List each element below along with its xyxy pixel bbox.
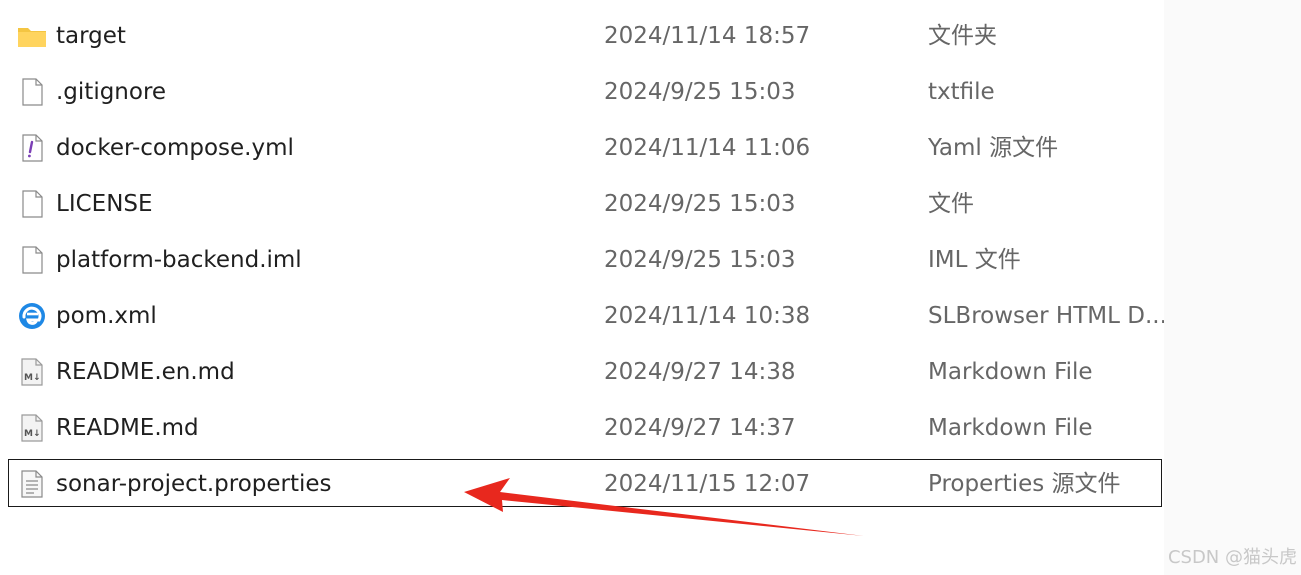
- properties-file-icon: [17, 469, 47, 499]
- file-row-docker-compose[interactable]: docker-compose.yml 2024/11/14 11:06 Yaml…: [8, 123, 1162, 171]
- file-name: sonar-project.properties: [56, 471, 332, 497]
- file-date: 2024/11/14 10:38: [604, 303, 811, 329]
- file-date: 2024/9/25 15:03: [604, 79, 796, 105]
- file-date: 2024/9/27 14:38: [604, 359, 796, 385]
- file-name: LICENSE: [56, 191, 153, 217]
- file-icon: [17, 189, 47, 219]
- file-type: Markdown File: [928, 415, 1093, 441]
- watermark: CSDN @猫头虎: [1167, 547, 1297, 568]
- file-name: pom.xml: [56, 303, 157, 329]
- file-type: SLBrowser HTML D...: [928, 303, 1164, 329]
- markdown-file-icon: M↓: [17, 413, 47, 443]
- file-name: README.en.md: [56, 359, 235, 385]
- markdown-file-icon: M↓: [17, 357, 47, 387]
- file-list: target 2024/11/14 18:57 文件夹 .gitignore 2…: [0, 0, 1164, 575]
- file-type: IML 文件: [928, 247, 1021, 273]
- file-icon: [17, 245, 47, 275]
- folder-icon: [17, 21, 47, 51]
- svg-text:M↓: M↓: [24, 373, 41, 383]
- file-type: Yaml 源文件: [928, 135, 1059, 161]
- file-row-sonar-project-properties[interactable]: sonar-project.properties 2024/11/15 12:0…: [8, 459, 1162, 507]
- file-date: 2024/11/14 11:06: [604, 135, 811, 161]
- file-name: .gitignore: [56, 79, 167, 105]
- file-date: 2024/9/27 14:37: [604, 415, 796, 441]
- file-row-platform-backend-iml[interactable]: platform-backend.iml 2024/9/25 15:03 IML…: [8, 235, 1162, 283]
- file-row-readme-en-md[interactable]: M↓ README.en.md 2024/9/27 14:38 Markdown…: [8, 347, 1162, 395]
- file-date: 2024/9/25 15:03: [604, 191, 796, 217]
- file-row-pom-xml[interactable]: pom.xml 2024/11/14 10:38 SLBrowser HTML …: [8, 291, 1164, 339]
- file-row-gitignore[interactable]: .gitignore 2024/9/25 15:03 txtfile: [8, 67, 1162, 115]
- file-type: Markdown File: [928, 359, 1093, 385]
- file-type: 文件夹: [928, 23, 997, 49]
- file-type: Properties 源文件: [928, 471, 1121, 497]
- file-type: txtfile: [928, 79, 995, 105]
- file-date: 2024/11/15 12:07: [604, 471, 811, 497]
- file-date: 2024/9/25 15:03: [604, 247, 796, 273]
- browser-icon: [17, 301, 47, 331]
- file-name: target: [56, 23, 126, 49]
- file-name: README.md: [56, 415, 199, 441]
- file-explorer-window: target 2024/11/14 18:57 文件夹 .gitignore 2…: [0, 0, 1301, 575]
- yaml-file-icon: [17, 133, 47, 163]
- file-name: platform-backend.iml: [56, 247, 302, 273]
- file-date: 2024/11/14 18:57: [604, 23, 811, 49]
- file-row-license[interactable]: LICENSE 2024/9/25 15:03 文件: [8, 179, 1162, 227]
- file-icon: [17, 77, 47, 107]
- file-row-readme-md[interactable]: M↓ README.md 2024/9/27 14:37 Markdown Fi…: [8, 403, 1162, 451]
- side-panel: [1164, 0, 1301, 575]
- file-row-target[interactable]: target 2024/11/14 18:57 文件夹: [8, 11, 1162, 59]
- svg-text:M↓: M↓: [24, 429, 41, 439]
- file-type: 文件: [928, 191, 974, 217]
- file-name: docker-compose.yml: [56, 135, 294, 161]
